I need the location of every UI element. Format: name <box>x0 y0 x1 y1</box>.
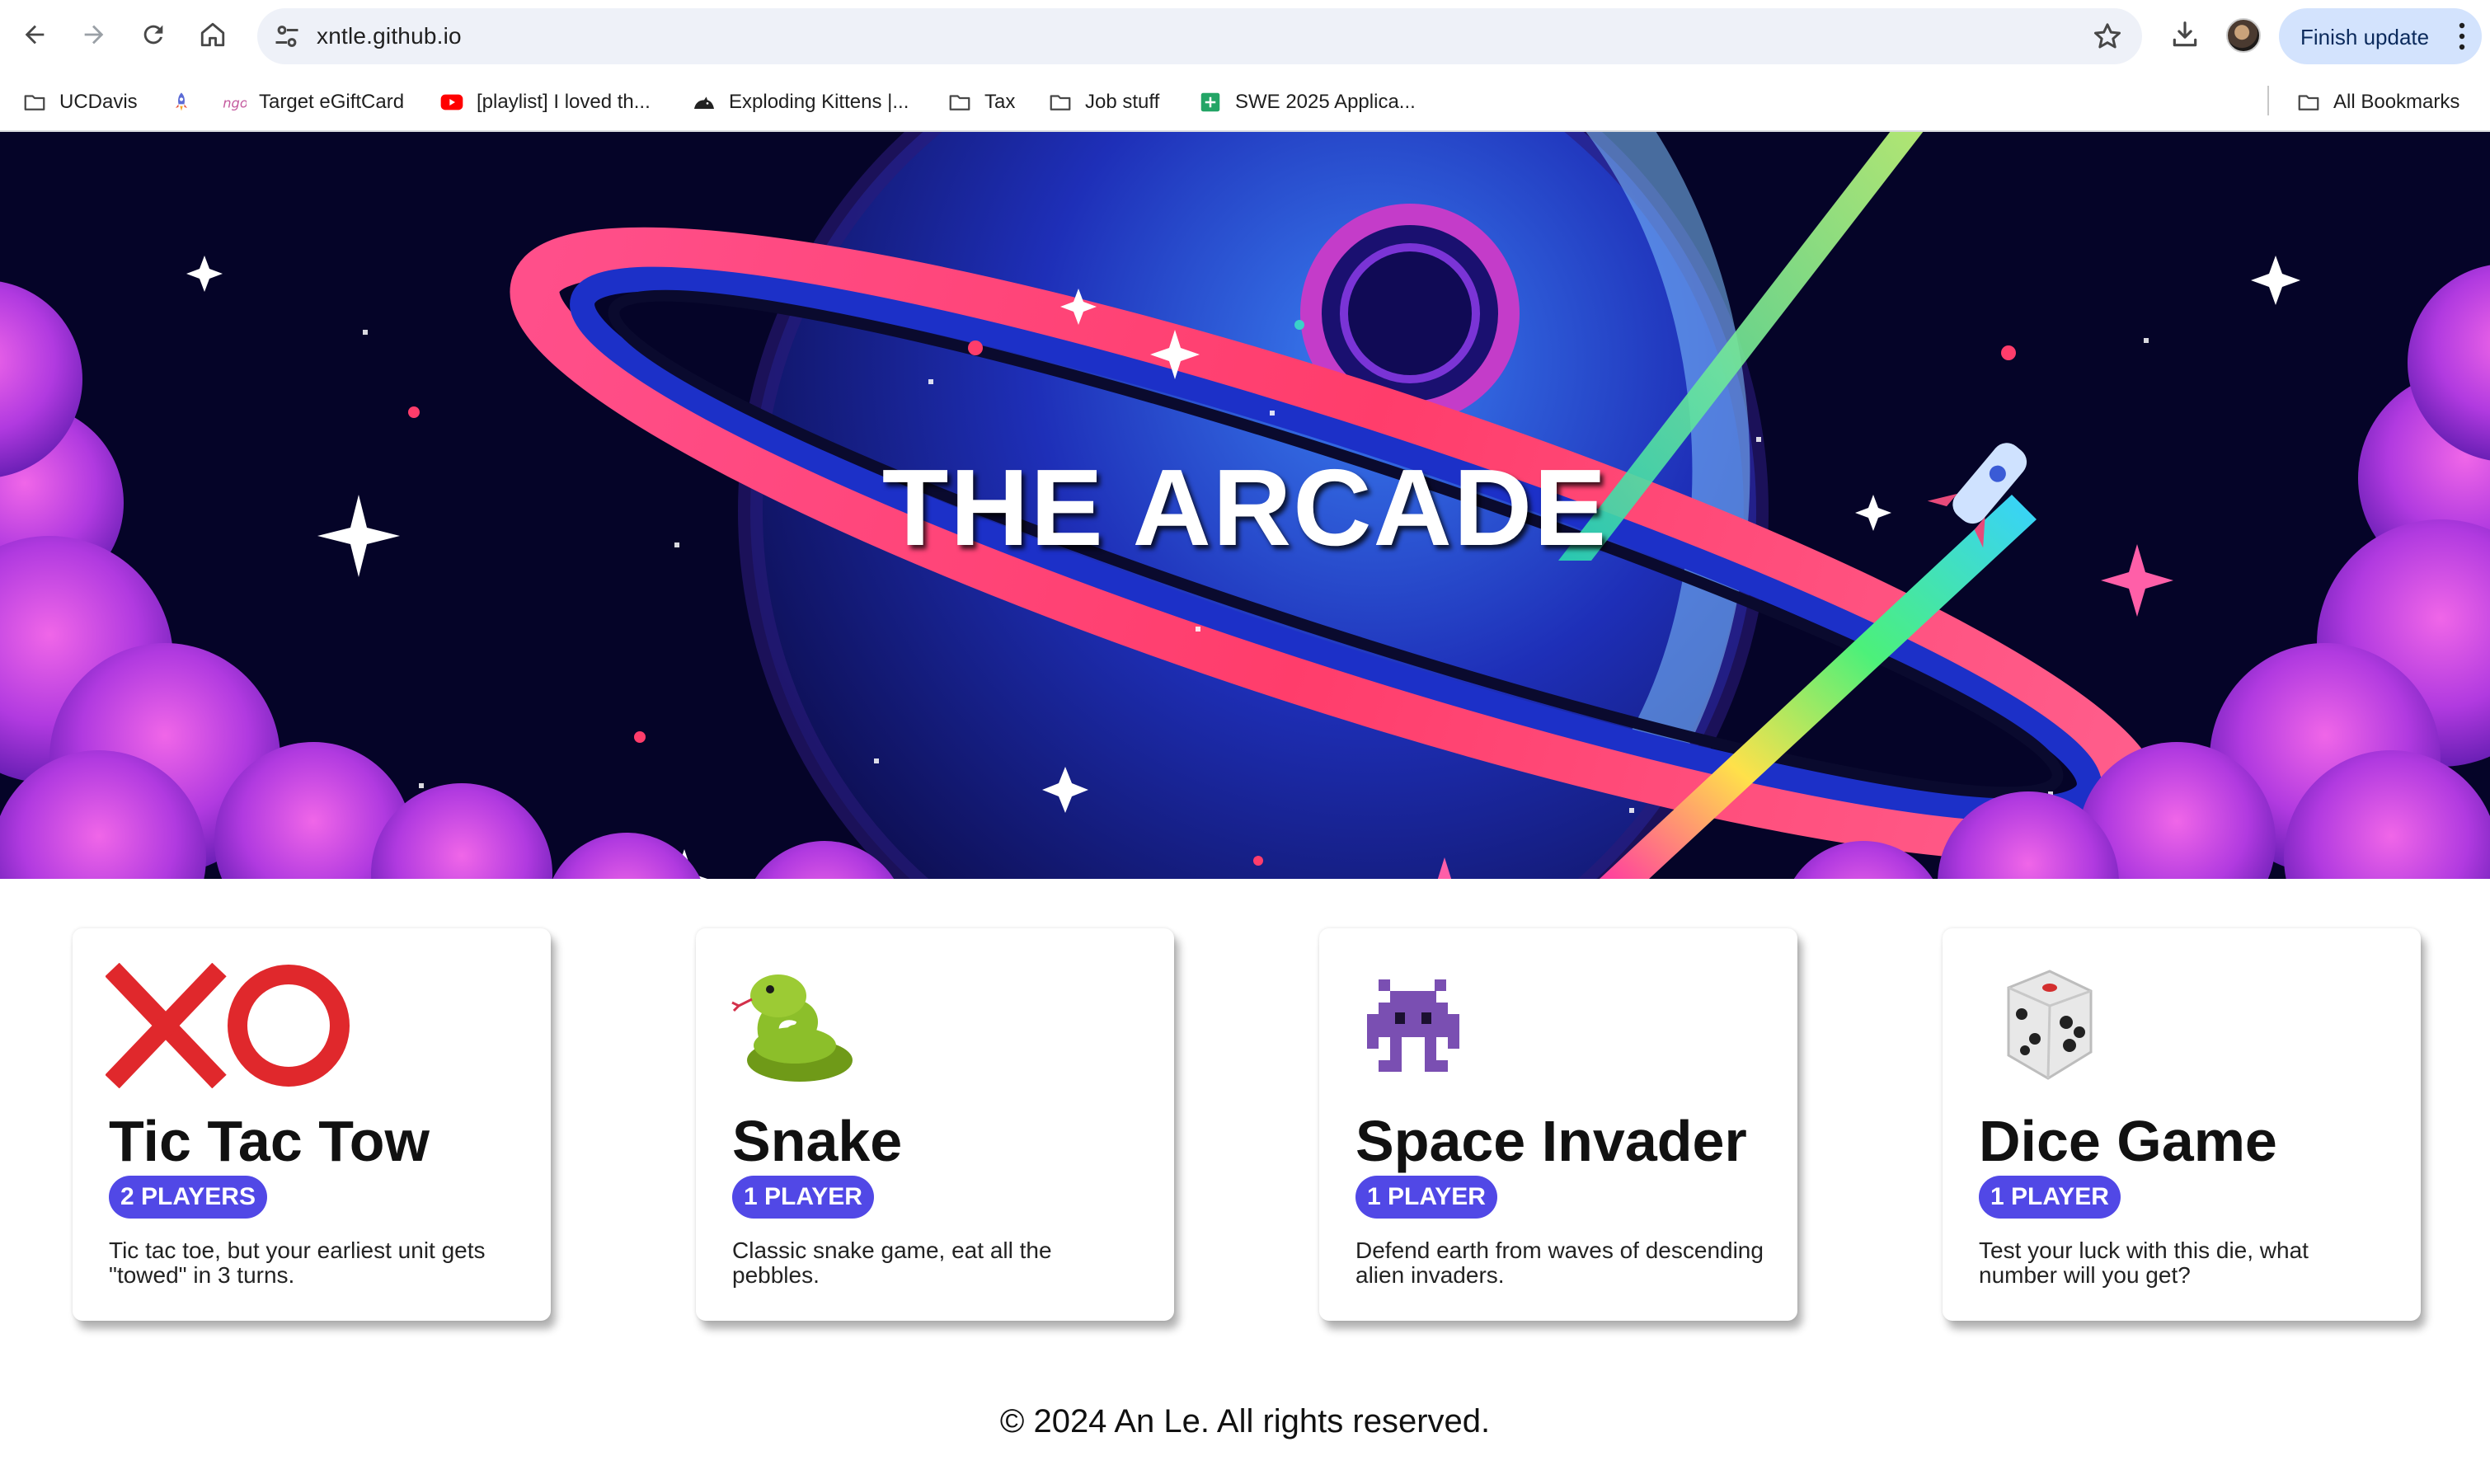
reload-button[interactable] <box>130 12 176 58</box>
folder-icon <box>21 89 48 115</box>
folder-icon <box>947 89 973 115</box>
o-mark-icon <box>228 965 350 1087</box>
bookmark-target-egiftcard[interactable]: ngo Target eGiftCard <box>221 86 404 119</box>
game-title: Dice Game <box>1979 1109 2277 1173</box>
home-icon <box>200 22 225 47</box>
game-card-dice-game[interactable]: Dice Game 1 PLAYER Test your luck with t… <box>1943 928 2421 1321</box>
all-bookmarks[interactable]: All Bookmarks <box>2295 86 2459 119</box>
kitten-icon <box>691 89 717 115</box>
players-badge: 1 PLAYER <box>1979 1176 2121 1219</box>
back-button[interactable] <box>12 12 58 58</box>
game-description: Tic tac toe, but your earliest unit gets… <box>109 1237 486 1288</box>
back-arrow-icon <box>25 25 45 45</box>
game-card-grid: Tic Tac Tow 2 PLAYERS Tic tac toe, but y… <box>0 928 2490 1324</box>
url-text[interactable]: xntle.github.io <box>317 23 462 49</box>
sheets-icon <box>1197 89 1224 115</box>
game-description: Classic snake game, eat all the pebbles. <box>732 1237 1052 1288</box>
alien-monster-icon <box>1367 979 1459 1072</box>
bookmark-tax[interactable]: Tax <box>947 86 1015 119</box>
bookmark-star-icon[interactable] <box>2091 20 2124 53</box>
bookmark-label: Job stuff <box>1085 91 1160 113</box>
game-card-tic-tac-tow[interactable]: Tic Tac Tow 2 PLAYERS Tic tac toe, but y… <box>73 928 551 1321</box>
bookmark-swe-2025[interactable]: SWE 2025 Applica... <box>1197 86 1416 119</box>
download-icon <box>2173 21 2197 47</box>
game-title: Space Invader <box>1355 1109 1747 1173</box>
bookmark-label: UCDavis <box>59 91 138 113</box>
target-logo-icon: ngo <box>221 89 247 115</box>
bookmark-rocket[interactable] <box>168 86 206 119</box>
players-badge: 2 PLAYERS <box>109 1176 267 1219</box>
game-card-snake[interactable]: Snake 1 PLAYER Classic snake game, eat a… <box>696 928 1174 1321</box>
browser-toolbar: xntle.github.io Finish update <box>0 0 2490 71</box>
xo-icon <box>106 963 227 1088</box>
bookmark-exploding-kittens[interactable]: Exploding Kittens |... <box>691 86 909 119</box>
finish-update-button[interactable]: Finish update <box>2279 8 2482 64</box>
home-button[interactable] <box>190 12 236 58</box>
game-description: Test your luck with this die, what numbe… <box>1979 1237 2309 1288</box>
forward-button[interactable] <box>71 12 117 58</box>
bookmark-label: Exploding Kittens |... <box>729 91 909 113</box>
bookmark-label: [playlist] I loved th... <box>477 91 651 113</box>
site-info-icon[interactable] <box>272 21 302 51</box>
hero-banner: THE ARCADE <box>0 132 2490 879</box>
hero-title: THE ARCADE <box>881 447 1609 568</box>
all-bookmarks-label: All Bookmarks <box>2333 91 2460 113</box>
snake-icon <box>731 974 853 1082</box>
game-description: Defend earth from waves of descending al… <box>1355 1237 1764 1288</box>
forward-arrow-icon <box>84 25 104 45</box>
bookmarks-divider <box>2267 86 2269 115</box>
game-title: Tic Tac Tow <box>109 1109 430 1173</box>
bookmarks-bar: UCDavis ngo Target eGiftCard [playlist] … <box>0 79 2490 124</box>
address-bar[interactable]: xntle.github.io <box>257 8 2142 64</box>
bookmark-label: SWE 2025 Applica... <box>1235 91 1416 113</box>
folder-icon <box>2295 89 2322 115</box>
bookmark-job-stuff[interactable]: Job stuff <box>1047 86 1159 119</box>
youtube-icon <box>439 89 465 115</box>
browser-chrome: xntle.github.io Finish update UCDavis ng… <box>0 0 2490 132</box>
bookmark-label: Target eGiftCard <box>259 91 405 113</box>
game-title: Snake <box>732 1109 903 1173</box>
footer-copyright: © 2024 An Le. All rights reserved. <box>999 1403 1491 1439</box>
bookmark-ucdavis[interactable]: UCDavis <box>21 86 138 119</box>
profile-avatar[interactable] <box>2226 18 2261 53</box>
bookmark-label: Tax <box>984 91 1016 113</box>
players-badge: 1 PLAYER <box>732 1176 874 1219</box>
more-menu-icon[interactable] <box>2459 21 2465 51</box>
players-badge: 1 PLAYER <box>1355 1176 1497 1219</box>
game-card-space-invader[interactable]: Space Invader 1 PLAYER Defend earth from… <box>1319 928 1797 1321</box>
downloads-button[interactable] <box>2163 13 2206 56</box>
folder-icon <box>1047 89 1074 115</box>
reload-icon <box>143 25 163 45</box>
dice-icon <box>2007 970 2093 1080</box>
bookmark-playlist[interactable]: [playlist] I loved th... <box>439 86 651 119</box>
svg-text:ngo: ngo <box>223 95 247 110</box>
rocket-icon <box>168 89 195 115</box>
finish-update-label: Finish update <box>2300 25 2430 49</box>
